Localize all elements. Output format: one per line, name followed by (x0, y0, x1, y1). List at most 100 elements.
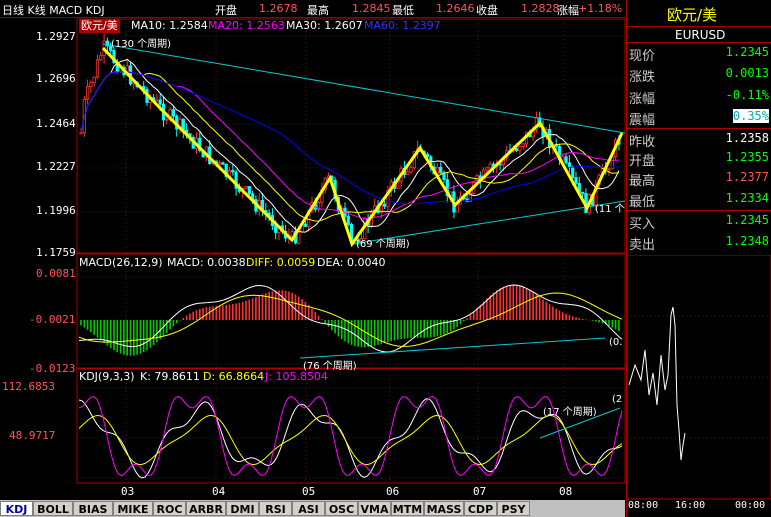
quote-row-value: 1.2345 (725, 45, 769, 59)
candle-body (607, 168, 611, 171)
candle-body (99, 55, 103, 61)
tab-psy[interactable]: PSY (497, 501, 530, 516)
tab-bias[interactable]: BIAS (73, 501, 113, 516)
quote-panel: 欧元/美 EURUSD 现价 1.2345 涨跌 0.0013 涨幅 -0.11% 震幅 0.… (626, 0, 771, 517)
kdj-title: KDJ(9,3,3) (79, 370, 135, 383)
quote-row-value: 1.2358 (725, 131, 769, 145)
candle-body (574, 177, 578, 184)
candle-body (581, 191, 585, 194)
candle-body (247, 186, 251, 195)
tab-roc[interactable]: ROC (153, 501, 186, 516)
quote-row-value: 1.2377 (725, 170, 769, 184)
time-tick-0: 08:00 (628, 500, 659, 511)
tab-kdj[interactable]: KDJ (0, 501, 33, 516)
quote-row: 震幅 0.35% (627, 107, 771, 128)
quote-row-label: 最低 (629, 195, 656, 210)
high-value: 1.2845 (352, 2, 391, 15)
tab-mass[interactable]: MASS (424, 501, 464, 516)
annot-macd-right: (0. (609, 337, 623, 348)
tab-boll[interactable]: BOLL (33, 501, 73, 516)
kdj-j: J: 105.8504 (265, 370, 328, 383)
candle-body (95, 59, 100, 78)
candle-body (439, 166, 443, 174)
open-value: 1.2678 (259, 2, 298, 15)
quote-row: 昨收 1.2358 (627, 128, 771, 150)
tab-osc[interactable]: OSC (325, 501, 358, 516)
ma30-label: MA30: 1.2607 (286, 19, 363, 32)
quote-row: 开盘 1.2355 (627, 148, 771, 169)
kdj-d: D: 66.8664 (203, 370, 265, 383)
quote-title: 欧元/美 (667, 6, 718, 24)
quote-row-label: 买入 (629, 217, 656, 232)
x-tick-2: 05 (302, 485, 316, 498)
candle-body (217, 162, 222, 165)
tab-asi[interactable]: ASI (292, 501, 325, 516)
x-tick-3: 06 (386, 485, 400, 498)
tab-mike[interactable]: MIKE (113, 501, 153, 516)
quote-row-label: 涨幅 (629, 92, 656, 107)
tick-chart (627, 255, 771, 500)
quote-row: 卖出 1.2348 (627, 232, 771, 253)
quote-title-box: 欧元/美 (627, 0, 771, 27)
macd-tick-2: -0.0123 (29, 362, 76, 375)
quote-row: 最低 1.2334 (627, 189, 771, 210)
price-tick-5: 1.1759 (36, 246, 76, 259)
candle-body (244, 186, 248, 189)
quote-row: 最高 1.2377 (627, 168, 771, 189)
high-label: 最高 (307, 4, 329, 17)
candle-body (346, 215, 350, 225)
candle-body (571, 166, 575, 179)
tick-price-line (628, 306, 686, 461)
kdj-j-line (78, 395, 623, 477)
time-tick-2: 00:00 (735, 500, 766, 511)
quote-row-label: 开盘 (629, 154, 656, 169)
candle-body (290, 231, 294, 237)
change-label: 涨幅 (557, 4, 579, 17)
candle-body (89, 82, 93, 88)
candle-body (561, 156, 565, 161)
tab-rsi[interactable]: RSI (259, 501, 292, 516)
candle-body (231, 170, 235, 173)
change-value: +1.18% (578, 2, 623, 15)
close-label: 收盘 (476, 4, 498, 17)
ma10-line (80, 58, 620, 233)
quote-row-value: 0.35% (732, 109, 769, 123)
quote-row-value: 1.2348 (725, 234, 769, 248)
indicator-tabs: KDJ BOLL BIAS MIKE ROC ARBR DMI RSI ASI OSC VMA MTM… (0, 500, 625, 517)
ma10-label: MA10: 1.2584 (131, 19, 208, 32)
x-tick-1: 04 (212, 485, 226, 498)
x-tick-4: 07 (473, 485, 487, 498)
candle-body (521, 143, 525, 147)
candle-body (92, 76, 96, 84)
quote-row-value: 1.2345 (725, 213, 769, 227)
tab-dmi[interactable]: DMI (226, 501, 259, 516)
candle-body (171, 109, 175, 117)
x-tick-0: 03 (121, 485, 135, 498)
candle-body (79, 132, 83, 135)
quote-row-value: -0.11% (725, 88, 769, 102)
price-tick-4: 1.1996 (36, 204, 76, 217)
quote-symbol-box: EURUSD (627, 27, 771, 43)
candle-body (221, 162, 225, 165)
annot-kdj-right: (2 (612, 394, 623, 405)
low-label: 最低 (392, 4, 414, 17)
macd-tick-1: -0.0021 (29, 313, 76, 326)
ma30-line (80, 71, 619, 220)
candle-body (406, 171, 410, 175)
candle-body (165, 118, 169, 121)
candle-body (564, 156, 568, 164)
tab-cdp[interactable]: CDP (464, 501, 497, 516)
tab-vma[interactable]: VMA (358, 501, 391, 516)
quote-row-value: 1.2355 (725, 150, 769, 164)
tab-arbr[interactable]: ARBR (186, 501, 226, 516)
macd-diff: DIFF: 0.0059 (246, 256, 316, 269)
ma60-line (80, 71, 619, 205)
candle-body (567, 162, 572, 168)
kdj-k: K: 79.8611 (140, 370, 200, 383)
price-tick-2: 1.2464 (36, 117, 76, 130)
annot-130: (130 个周期) (111, 39, 172, 50)
low-value: 1.2646 (436, 2, 475, 15)
chart-title: 日线 K线 MACD KDJ (2, 4, 105, 17)
tab-mtm[interactable]: MTM (391, 501, 424, 516)
macd-dea: DEA: 0.0040 (317, 256, 386, 269)
